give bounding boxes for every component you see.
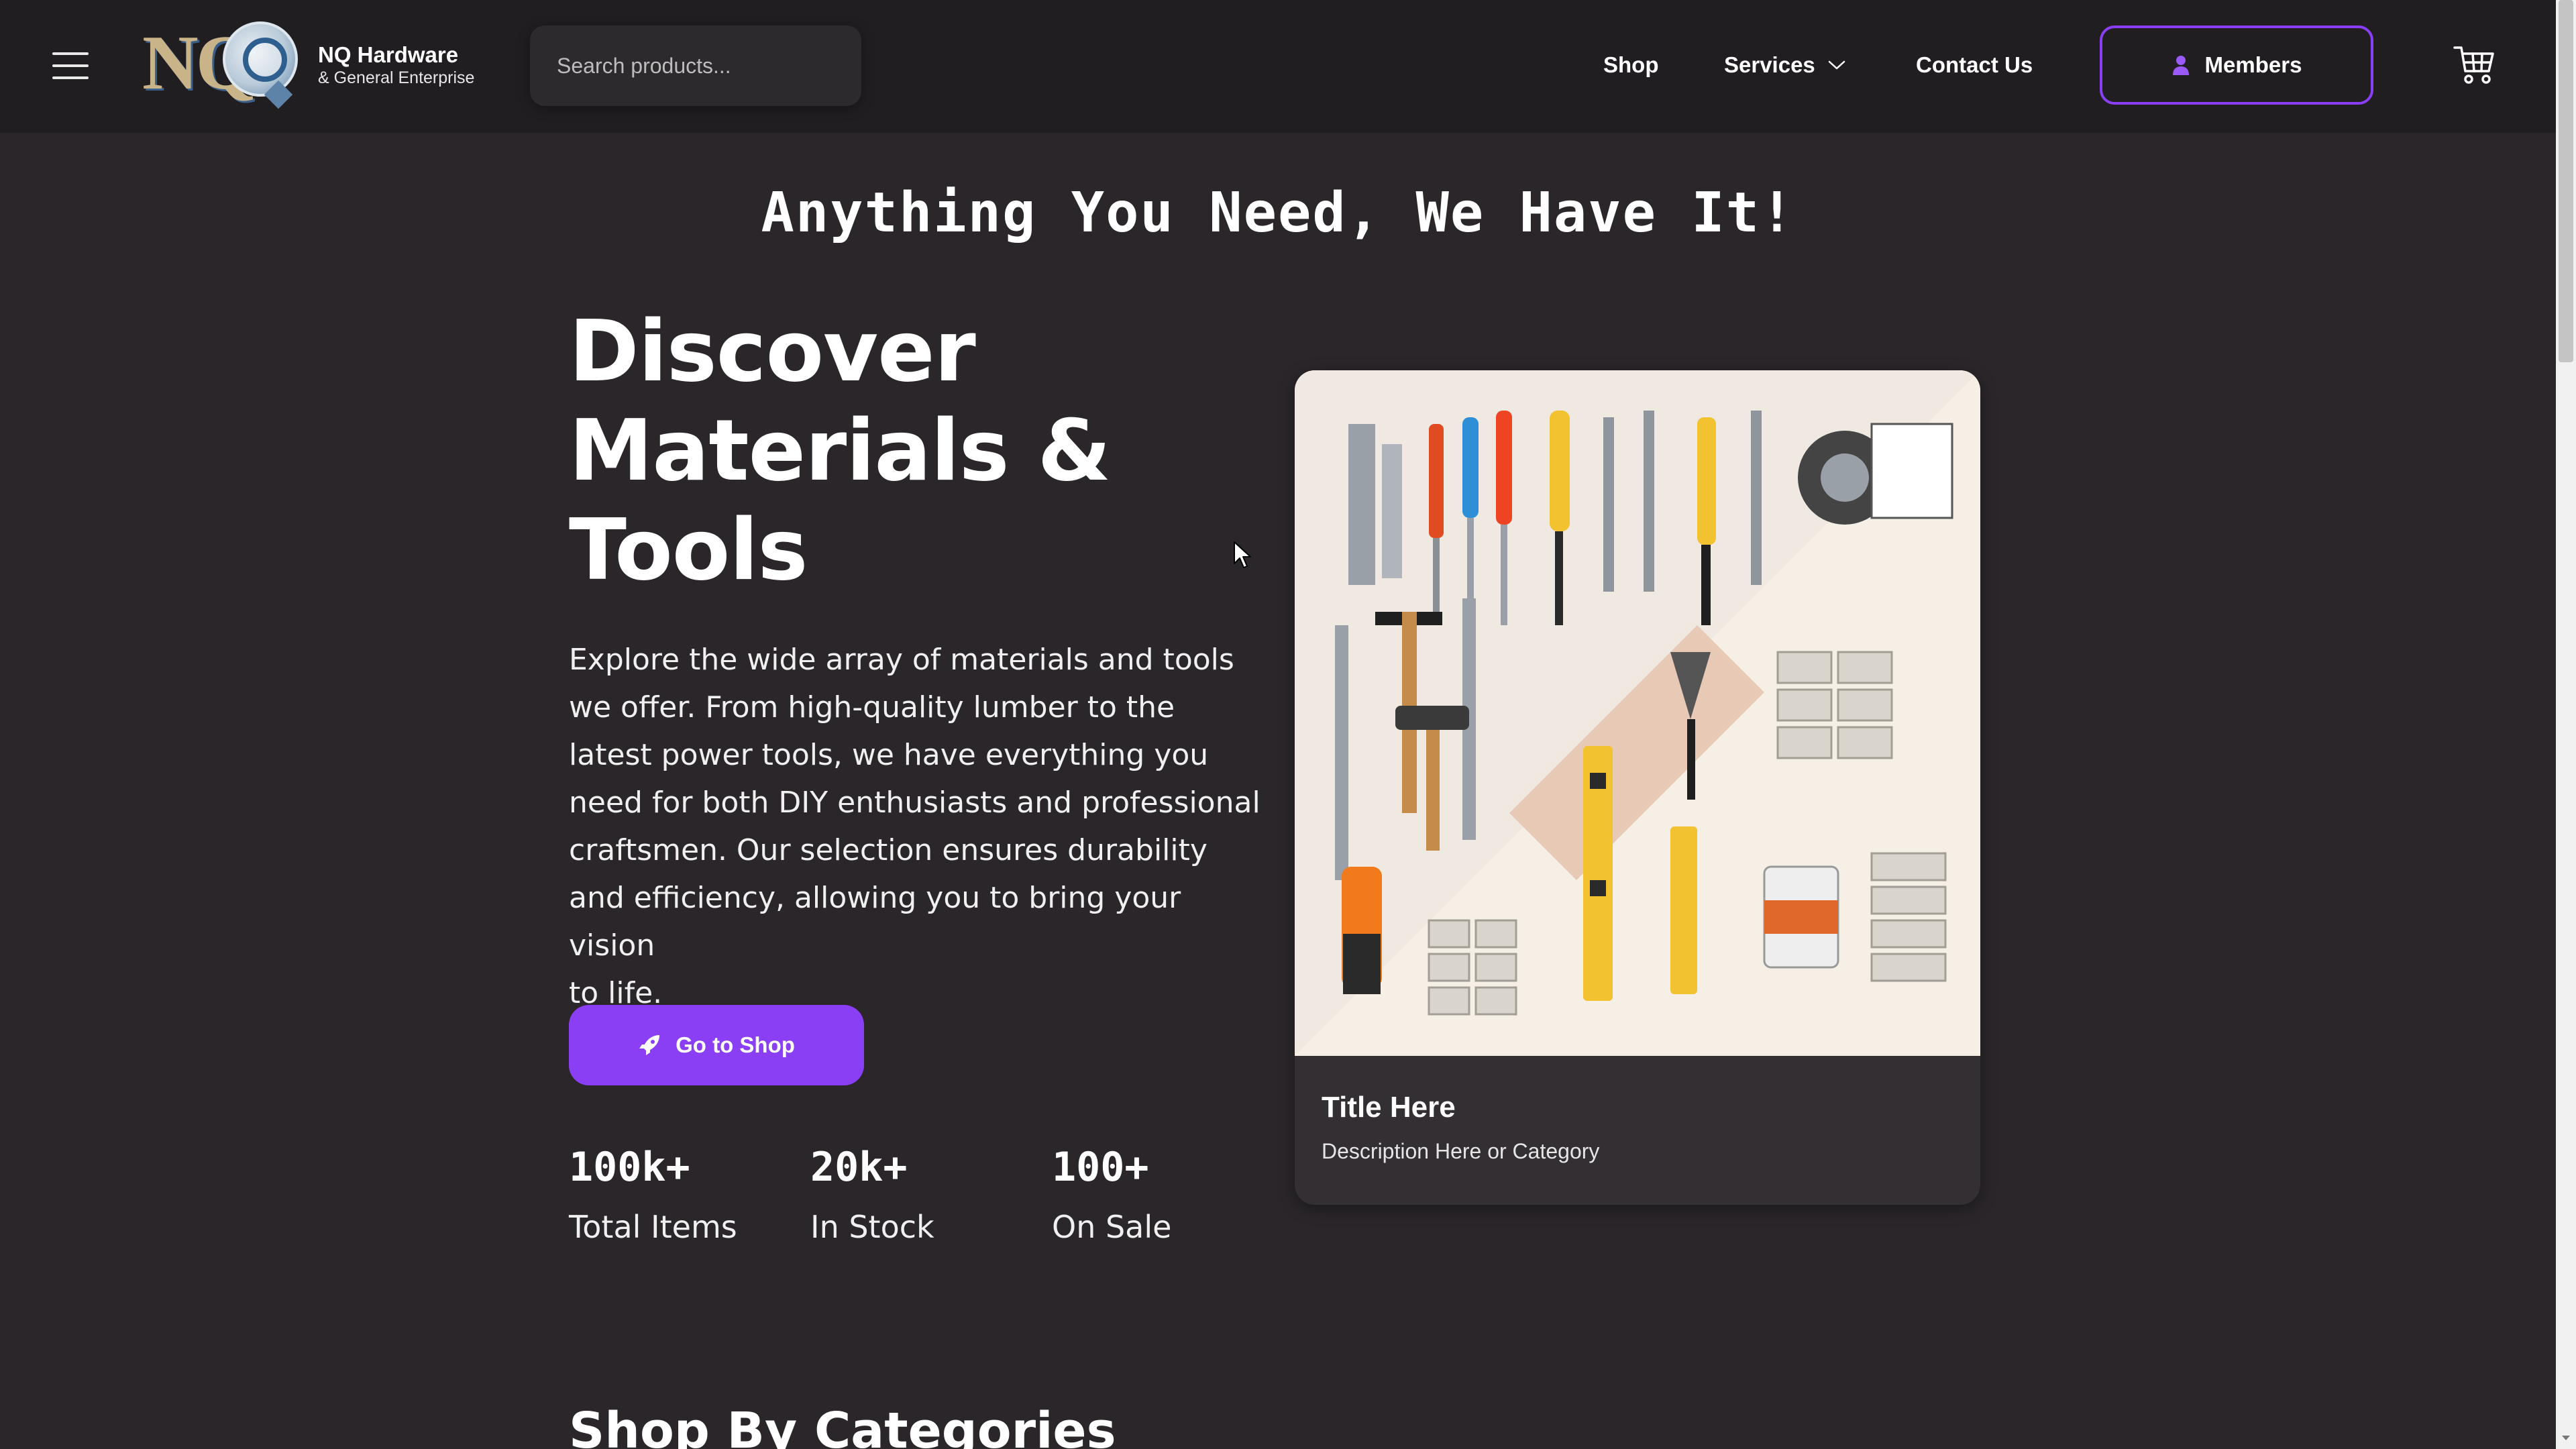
- hero-description-line: latest power tools, we have everything y…: [569, 738, 1209, 772]
- hamburger-menu-icon[interactable]: [52, 52, 89, 79]
- hero-title-line-3: Tools: [569, 500, 808, 599]
- hero-description-line: need for both DIY enthusiasts and profes…: [569, 786, 1260, 820]
- nav-contact-link[interactable]: Contact Us: [1916, 52, 2033, 78]
- nav-shop-wrap: Shop: [1603, 48, 1658, 82]
- site-logo[interactable]: NQ NQ Hardware & General Enterprise: [142, 20, 474, 110]
- scroll-down-arrow-icon[interactable]: [2561, 1433, 2571, 1442]
- hero-description: Explore the wide array of materials and …: [569, 636, 1267, 1017]
- nav-shop-link[interactable]: Shop: [1603, 52, 1658, 78]
- site-header: NQ NQ Hardware & General Enterprise Shop…: [0, 0, 2556, 133]
- nav-contact-wrap: Contact Us: [1916, 48, 2033, 82]
- person-icon: [2172, 56, 2189, 75]
- page-scrollbar[interactable]: [2556, 0, 2576, 1449]
- hero-tagline: Anything You Need, We Have It!: [761, 181, 1795, 245]
- featured-card[interactable]: Title Here Description Here or Category: [1295, 370, 1980, 1205]
- hero-description-line: craftsmen. Our selection ensures durabil…: [569, 833, 1208, 867]
- rocket-icon: [639, 1035, 660, 1055]
- mouse-cursor-icon: [1234, 541, 1251, 568]
- nav-services-wrap: Services: [1724, 48, 1846, 82]
- cart-icon[interactable]: [2453, 44, 2496, 86]
- hero-title-line-1: Discover: [569, 302, 976, 400]
- go-to-shop-button[interactable]: Go to Shop: [569, 1005, 864, 1085]
- hero-description-line: and efficiency, allowing you to bring yo…: [569, 881, 1181, 963]
- search-input[interactable]: [557, 53, 839, 78]
- stat-total-items: 100k+ Total Items: [569, 1140, 810, 1250]
- logo-mark: NQ: [142, 20, 303, 110]
- card-description: Description Here or Category: [1322, 1139, 1600, 1163]
- categories-section-title: Shop By Categories: [569, 1402, 1116, 1449]
- scrollbar-thumb[interactable]: [2559, 0, 2573, 362]
- chevron-down-icon: [1828, 60, 1845, 70]
- stat-label: Total Items: [569, 1209, 737, 1245]
- go-to-shop-label: Go to Shop: [676, 1032, 795, 1057]
- hero-description-line: we offer. From high-quality lumber to th…: [569, 690, 1175, 724]
- stat-value: 20k+: [810, 1144, 908, 1191]
- members-label: Members: [2204, 52, 2302, 77]
- hero-title-line-2: Materials &: [569, 401, 1111, 500]
- stat-label: In Stock: [810, 1209, 934, 1245]
- stat-value: 100+: [1052, 1144, 1149, 1191]
- card-title: Title Here: [1322, 1091, 1456, 1124]
- brand-name: NQ Hardware: [318, 42, 459, 67]
- nav-services-dropdown[interactable]: Services: [1724, 52, 1846, 78]
- nav-services-label: Services: [1724, 52, 1815, 77]
- stat-in-stock: 20k+ In Stock: [810, 1140, 1052, 1250]
- stats-row: 100k+ Total Items 20k+ In Stock 100+ On …: [569, 1140, 1293, 1250]
- stat-on-sale: 100+ On Sale: [1052, 1140, 1293, 1250]
- hero-description-line: Explore the wide array of materials and …: [569, 643, 1234, 677]
- stat-value: 100k+: [569, 1144, 690, 1191]
- logo-text: NQ Hardware & General Enterprise: [318, 42, 474, 88]
- members-button[interactable]: Members: [2100, 25, 2373, 105]
- search-bar: [530, 25, 861, 106]
- magnifier-badge-icon: [223, 21, 298, 97]
- page: NQ NQ Hardware & General Enterprise Shop…: [0, 0, 2576, 1449]
- tools-illustration: [1295, 370, 1980, 1056]
- brand-subtitle: & General Enterprise: [318, 68, 475, 87]
- stat-label: On Sale: [1052, 1209, 1172, 1245]
- hero-title: Discover Materials & Tools: [569, 302, 1240, 600]
- tools-image: [1295, 370, 1980, 1056]
